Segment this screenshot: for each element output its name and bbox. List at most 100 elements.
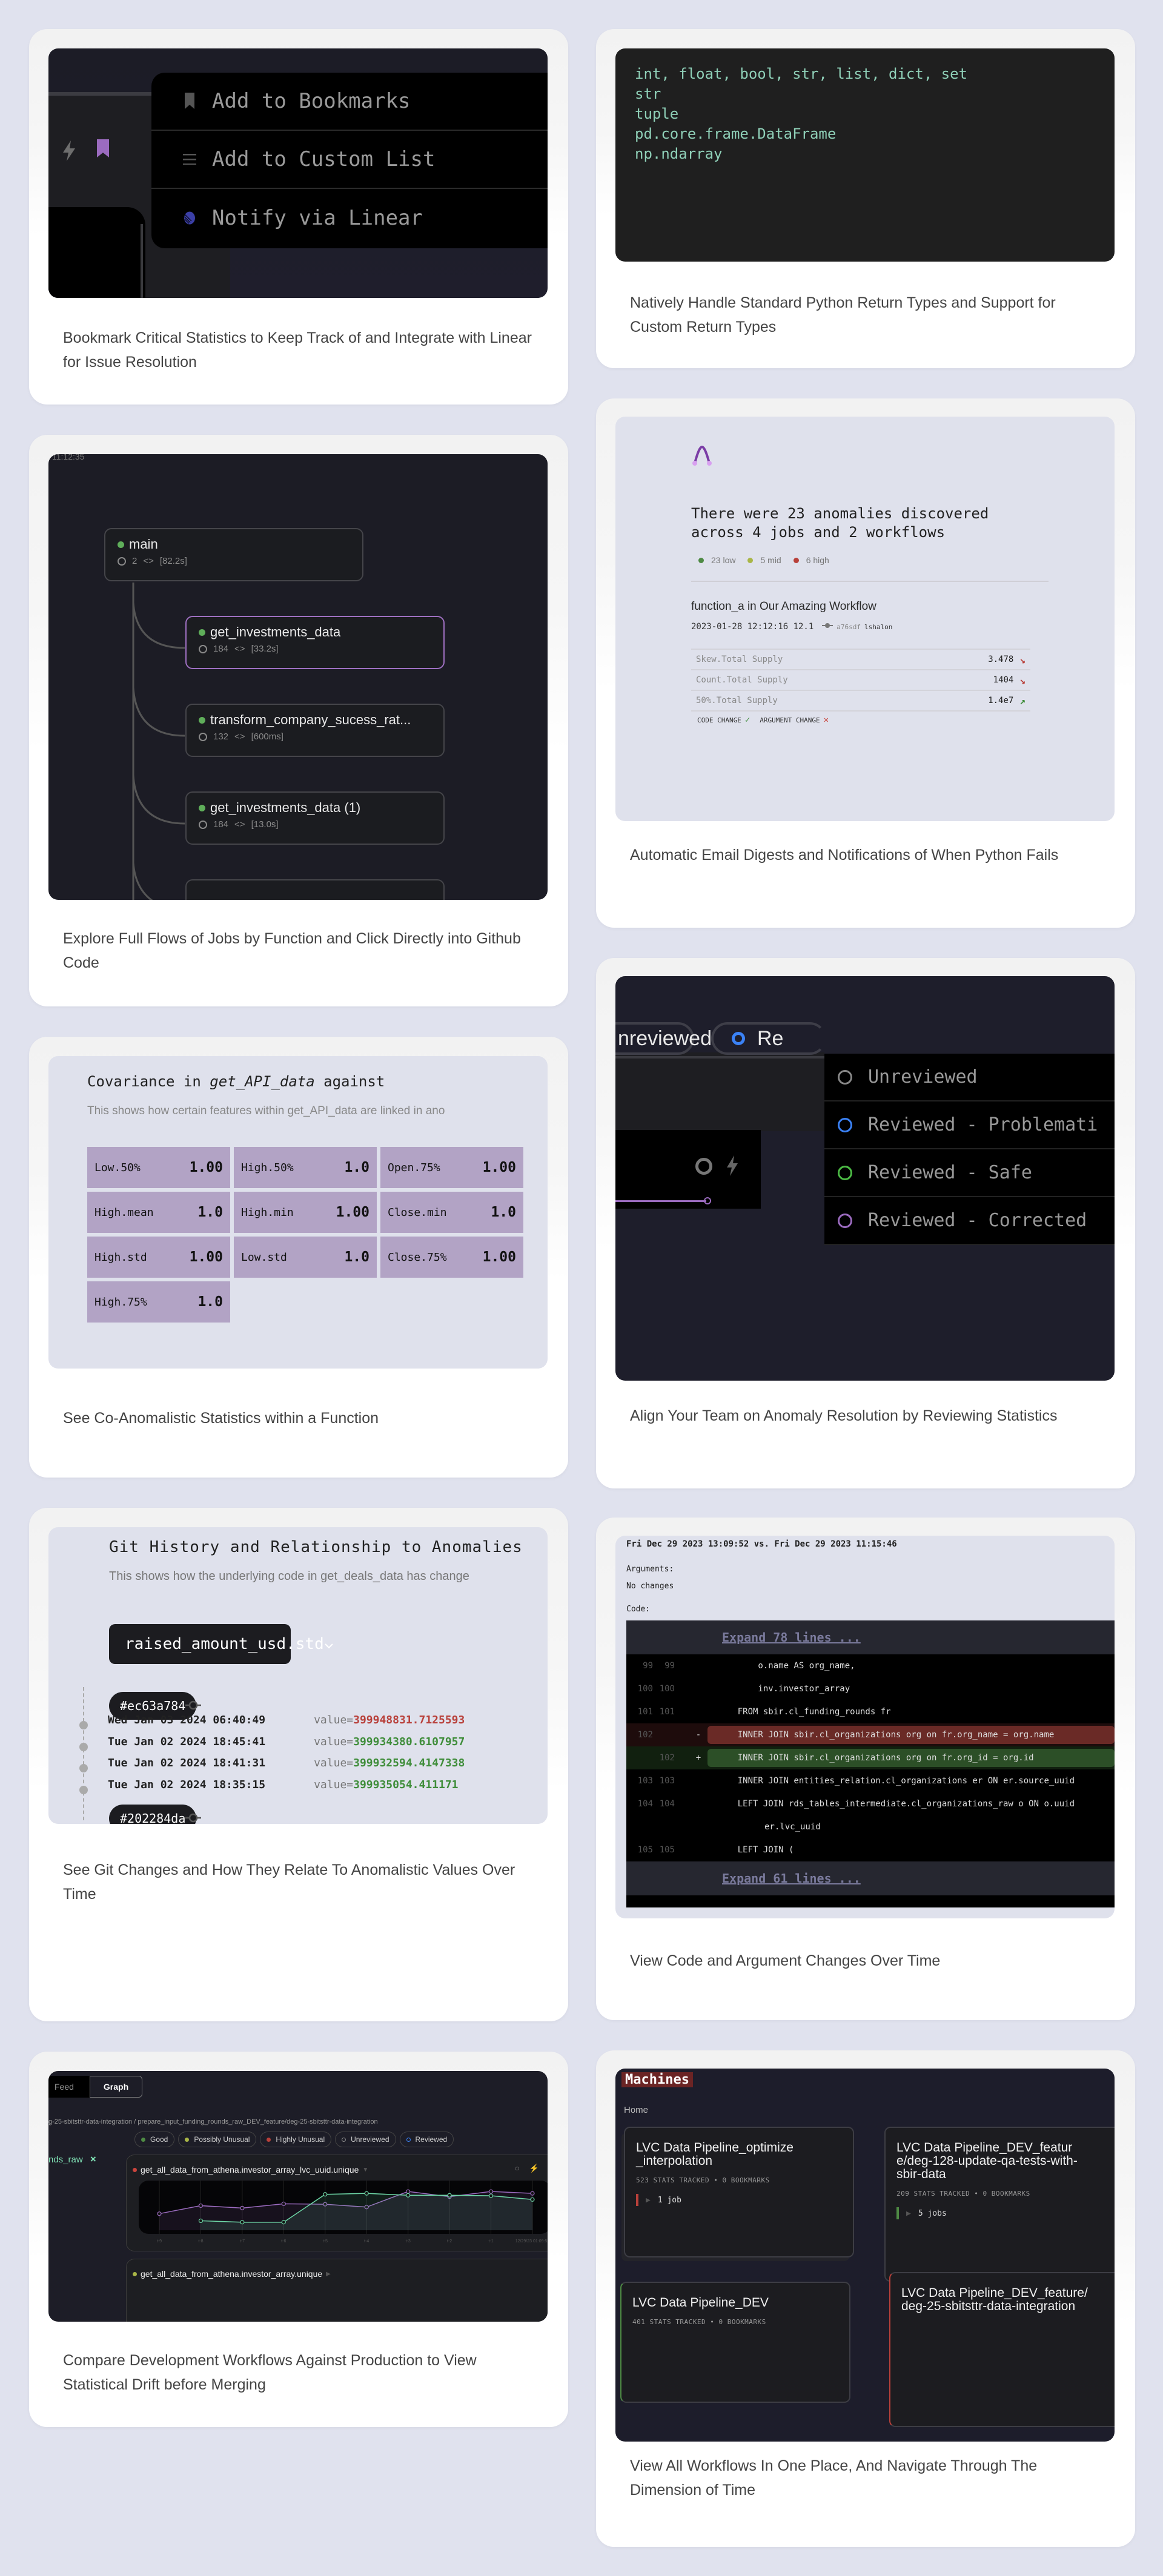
breadcrumb[interactable]: g-25-sbitsttr-data-integration / prepare… <box>48 2118 378 2125</box>
covariance-cell[interactable]: High.std 1.00 <box>87 1237 230 1278</box>
expand-lines-button[interactable]: Expand 61 lines ... <box>626 1861 1115 1895</box>
menu-item-add-to-custom-list[interactable]: Add to Custom List <box>151 131 548 189</box>
review-option[interactable]: Reviewed - Problemati <box>824 1101 1115 1149</box>
git-commit-icon <box>185 1699 201 1714</box>
diff-line: er.lvc_uuid <box>764 1822 821 1832</box>
bookmark-active-icon[interactable] <box>96 138 110 162</box>
data-point[interactable] <box>406 2193 411 2198</box>
git-history-entry[interactable]: Tue Jan 02 2024 18:45:41 value=399934380.… <box>108 1735 544 1748</box>
menu-item-add-to-bookmarks[interactable]: Add to Bookmarks <box>151 73 548 131</box>
close-icon[interactable]: × <box>90 2153 96 2165</box>
covariance-cell[interactable]: Close.75% 1.00 <box>380 1237 523 1278</box>
feature-caption: View All Workflows In One Place, And Nav… <box>630 2457 1038 2498</box>
feature-caption: Explore Full Flows of Jobs by Function a… <box>63 930 521 971</box>
data-point[interactable] <box>198 2203 204 2208</box>
flow-node-transform-company[interactable]: transform_company_sucess_rat... 132 <> [60… <box>185 704 445 757</box>
stat-panel[interactable]: get_all_data_from_athena.investor_array.… <box>126 2259 548 2322</box>
review-option[interactable]: Unreviewed <box>824 1054 1115 1101</box>
expand-icon[interactable]: ▶ <box>326 2271 331 2277</box>
covariance-cell[interactable]: High.mean 1.0 <box>87 1192 230 1233</box>
severity-dot <box>793 558 799 563</box>
git-history-entry[interactable]: Tue Jan 02 2024 18:35:15 value=399935054.… <box>108 1778 544 1791</box>
review-option[interactable]: Reviewed - Corrected <box>824 1197 1115 1245</box>
lightning-icon[interactable]: ⚡ <box>529 2164 539 2173</box>
data-point[interactable] <box>447 2193 452 2198</box>
data-point[interactable] <box>323 2192 328 2197</box>
stat-circle-icon <box>199 820 207 829</box>
data-point[interactable] <box>157 2211 162 2216</box>
flow-node-truncated[interactable] <box>185 879 445 900</box>
expand-icon[interactable]: ▶ <box>906 2209 911 2218</box>
stat-row[interactable]: 50%.Total Supply 1.4e7 ↗ <box>691 691 1030 712</box>
status-filter-chip[interactable]: Good <box>134 2132 175 2147</box>
flow-node-get-investments-data[interactable]: get_investments_data 184 <> [33.2s] <box>185 616 445 669</box>
data-point[interactable] <box>530 2191 535 2196</box>
stat-row[interactable]: Count.Total Supply 1404 ↘ <box>691 670 1030 691</box>
status-dot <box>406 2137 411 2142</box>
covariance-cell[interactable]: Close.min 1.0 <box>380 1192 523 1233</box>
covariance-cell[interactable]: High.75% 1.0 <box>87 1281 230 1323</box>
expand-lines-button[interactable]: Expand 78 lines ... <box>626 1620 1115 1654</box>
status-filter-chip[interactable]: Unreviewed <box>335 2132 396 2147</box>
stat-select[interactable]: raised_amount_usd.std <box>109 1624 333 1664</box>
review-pill-unreviewed[interactable]: nreviewed <box>615 1022 712 1055</box>
tab-graph[interactable]: Graph <box>89 2076 143 2098</box>
menu-item-notify-via-linear[interactable]: Notify via Linear <box>151 189 548 247</box>
arrow-up-right-icon: ↗ <box>1019 695 1025 707</box>
code-icon[interactable]: <> <box>234 819 245 830</box>
review-circle-icon[interactable] <box>695 1158 712 1175</box>
data-point[interactable] <box>281 2201 286 2206</box>
git-history-entry[interactable]: Wed Jan 03 2024 06:40:49 value=399948831.… <box>108 1714 544 1726</box>
code-line: int, float, bool, str, list, dict, set <box>635 65 968 82</box>
review-pill-reviewed[interactable]: Re <box>711 1022 826 1055</box>
data-point[interactable] <box>281 2220 286 2225</box>
code-icon[interactable]: <> <box>143 556 154 566</box>
code-icon[interactable]: <> <box>234 644 245 654</box>
workflow-card[interactable]: LVC Data Pipeline_DEV 401 STATS TRACKED … <box>620 2282 850 2403</box>
flow-node-get-investments-data-1[interactable]: get_investments_data (1) 184 <> [13.0s] <box>185 791 445 845</box>
dropdown-icon[interactable]: ▼ <box>362 2167 368 2173</box>
data-point[interactable] <box>240 2205 245 2210</box>
data-point[interactable] <box>198 2218 204 2224</box>
x-tick-label: t-3 <box>406 2239 411 2244</box>
workflow-card[interactable]: LVC Data Pipeline_DEV_feature/deg-25-sbi… <box>889 2272 1115 2427</box>
workflow-card[interactable]: LVC Data Pipeline_DEV_feature/deg-128-up… <box>884 2127 1115 2282</box>
data-point[interactable] <box>488 2189 494 2194</box>
status-filter-chip[interactable]: Reviewed <box>399 2132 454 2147</box>
stat-panel[interactable]: get_all_data_from_athena.investor_array_… <box>126 2155 548 2251</box>
covariance-cell[interactable]: Low.std 1.0 <box>234 1237 377 1278</box>
commit-tag[interactable]: #202284da <box>109 1805 197 1824</box>
feature-card-return-types: int, float, bool, str, list, dict, set st… <box>596 29 1135 368</box>
tab-feed[interactable]: Feed <box>48 2076 90 2098</box>
status-filter-chip[interactable]: Possibly Unusual <box>178 2132 257 2147</box>
code-icon[interactable]: <> <box>234 732 245 742</box>
workflow-card[interactable]: LVC Data Pipeline_optimize_interpolation… <box>624 2127 854 2257</box>
diff-line: 105 105 LEFT JOIN ( <box>637 1845 794 1855</box>
data-point[interactable] <box>364 2191 369 2196</box>
covariance-cell[interactable]: High.min 1.00 <box>234 1192 377 1233</box>
data-point[interactable] <box>406 2189 411 2194</box>
commit-hash[interactable]: a76sdf <box>837 623 861 631</box>
covariance-cell[interactable]: High.50% 1.0 <box>234 1147 377 1188</box>
expand-icon[interactable]: ▶ <box>646 2196 651 2205</box>
app-logo[interactable]: Machines <box>621 2072 693 2087</box>
covariance-screenshot: Covariance in get_API_data against This … <box>48 1056 548 1369</box>
flow-node-main[interactable]: main 2 <> [82.2s] <box>104 528 363 581</box>
nav-home[interactable]: Home <box>624 2105 648 2115</box>
lightning-icon <box>62 140 76 164</box>
data-point[interactable] <box>488 2193 494 2198</box>
review-circle-icon[interactable]: ○ <box>515 2164 520 2173</box>
data-point[interactable] <box>530 2197 535 2202</box>
x-tick-label: t-9 <box>157 2239 162 2244</box>
covariance-cell[interactable]: Open.75% 1.00 <box>380 1147 523 1188</box>
commit-author: lshalon <box>864 623 893 631</box>
covariance-cell[interactable]: Low.50% 1.00 <box>87 1147 230 1188</box>
stat-row[interactable]: Skew.Total Supply 3.478 ↘ <box>691 650 1030 670</box>
stat-circle-icon <box>199 732 207 741</box>
data-point[interactable] <box>240 2220 245 2225</box>
status-dot <box>199 629 205 636</box>
git-history-entry[interactable]: Tue Jan 02 2024 18:41:31 value=399932594.… <box>108 1757 544 1769</box>
status-filter-chip[interactable]: Highly Unusual <box>260 2132 332 2147</box>
review-option[interactable]: Reviewed - Safe <box>824 1149 1115 1197</box>
diff-header: Fri Dec 29 2023 13:09:52 vs. Fri Dec 29 … <box>626 1539 897 1549</box>
